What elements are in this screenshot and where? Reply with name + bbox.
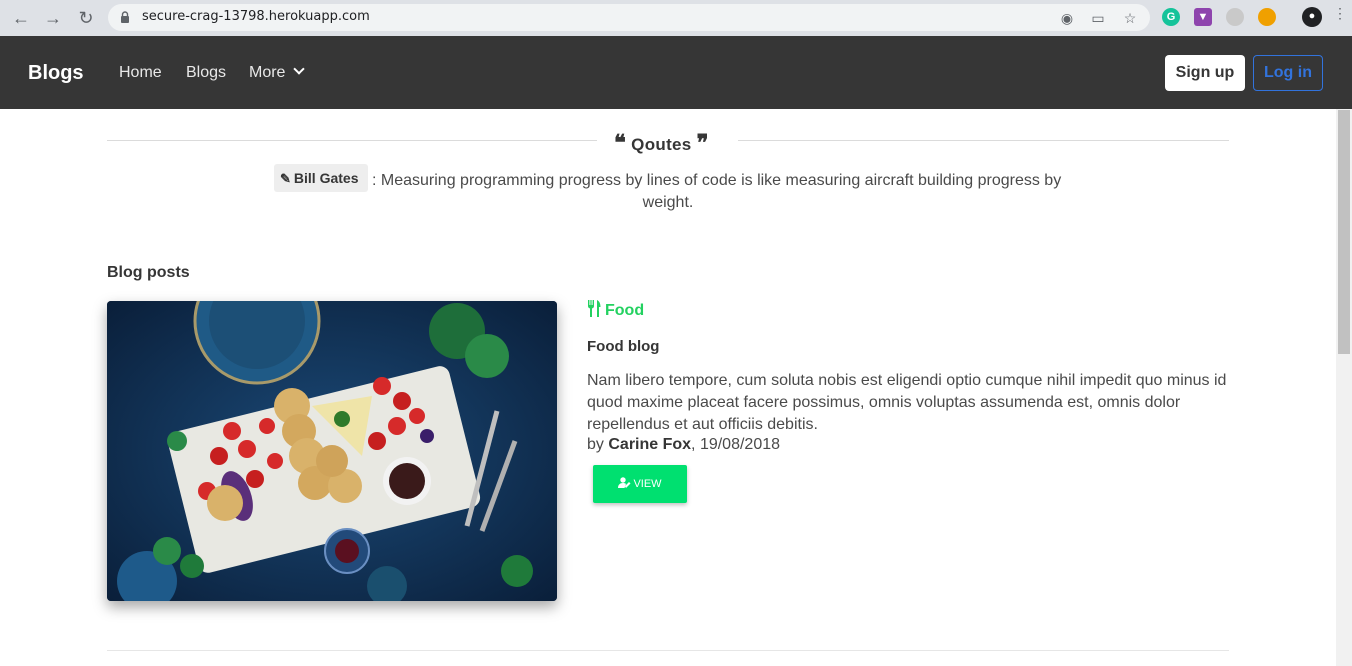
lock-icon [121, 11, 129, 23]
divider [738, 140, 1229, 141]
nav-dropdown-more-label: More [249, 64, 286, 81]
fox-extension-icon[interactable] [1258, 8, 1276, 26]
post-author: Carine Fox [608, 436, 692, 453]
quote-text: : Measuring programming progress by line… [372, 172, 1062, 189]
post-excerpt: Nam libero tempore, cum soluta nobis est… [587, 372, 1227, 433]
view-post-button[interactable]: VIEW [593, 465, 687, 503]
post-image[interactable] [107, 301, 557, 601]
nav-link-home[interactable]: Home [119, 64, 162, 82]
quote-text-continued: weight. [642, 194, 694, 211]
post-title: Food blog [587, 338, 660, 355]
pen-icon: ✎ [280, 171, 291, 186]
browser-toolbar: ← → ↻ secure-crag-13798.herokuapp.com ◉ … [0, 0, 1352, 36]
reload-icon[interactable]: ↻ [74, 6, 98, 30]
blog-posts-heading: Blog posts [107, 264, 190, 281]
nav-link-blogs[interactable]: Blogs [186, 64, 226, 82]
url-text: secure-crag-13798.herokuapp.com [142, 9, 370, 24]
cast-icon[interactable]: ▭ [1089, 9, 1107, 27]
blocked-cookie-icon[interactable]: ◉ [1058, 9, 1076, 27]
post-date: , 19/08/2018 [691, 436, 781, 453]
post-meta: by Carine Fox, 19/08/2018 [587, 436, 780, 454]
utensils-icon [588, 300, 601, 317]
quotes-title: Qoutes [631, 135, 692, 154]
scrollbar-thumb[interactable] [1338, 110, 1350, 354]
shield-extension-icon[interactable]: ▼ [1194, 8, 1212, 26]
quote-author: Bill Gates [293, 170, 359, 186]
grammarly-extension-icon[interactable]: G [1162, 8, 1180, 26]
divider [107, 140, 597, 141]
brand-logo[interactable]: Blogs [28, 62, 84, 85]
address-bar[interactable]: secure-crag-13798.herokuapp.com ◉ ▭ ☆ [108, 4, 1150, 31]
quote-author-tag: ✎ Bill Gates [274, 164, 368, 192]
post-category[interactable]: Food [587, 300, 644, 320]
user-edit-icon [618, 477, 631, 488]
menu-kebab-icon[interactable]: ⋮ [1333, 6, 1347, 26]
top-navbar: Blogs Home Blogs More Sign up Log in [0, 36, 1352, 109]
back-arrow-icon[interactable]: ← [9, 6, 33, 30]
nav-dropdown-more[interactable]: More [249, 63, 306, 82]
chevron-down-icon [293, 63, 306, 75]
quotes-heading: ❝ Qoutes ❞ [614, 130, 709, 156]
profile-avatar-icon[interactable]: ● [1302, 7, 1322, 27]
food-platter-illustration [107, 301, 557, 601]
quote-close-icon: ❞ [696, 130, 709, 156]
divider [107, 650, 1229, 651]
forward-arrow-icon[interactable]: → [41, 6, 65, 30]
post-category-label: Food [605, 302, 645, 319]
view-button-label: VIEW [633, 478, 662, 490]
quote-open-icon: ❝ [614, 130, 627, 156]
extension-icon[interactable] [1226, 8, 1244, 26]
signup-button[interactable]: Sign up [1165, 55, 1245, 91]
login-button[interactable]: Log in [1253, 55, 1323, 91]
post-by-label: by [587, 436, 604, 453]
bookmark-star-icon[interactable]: ☆ [1121, 9, 1139, 27]
